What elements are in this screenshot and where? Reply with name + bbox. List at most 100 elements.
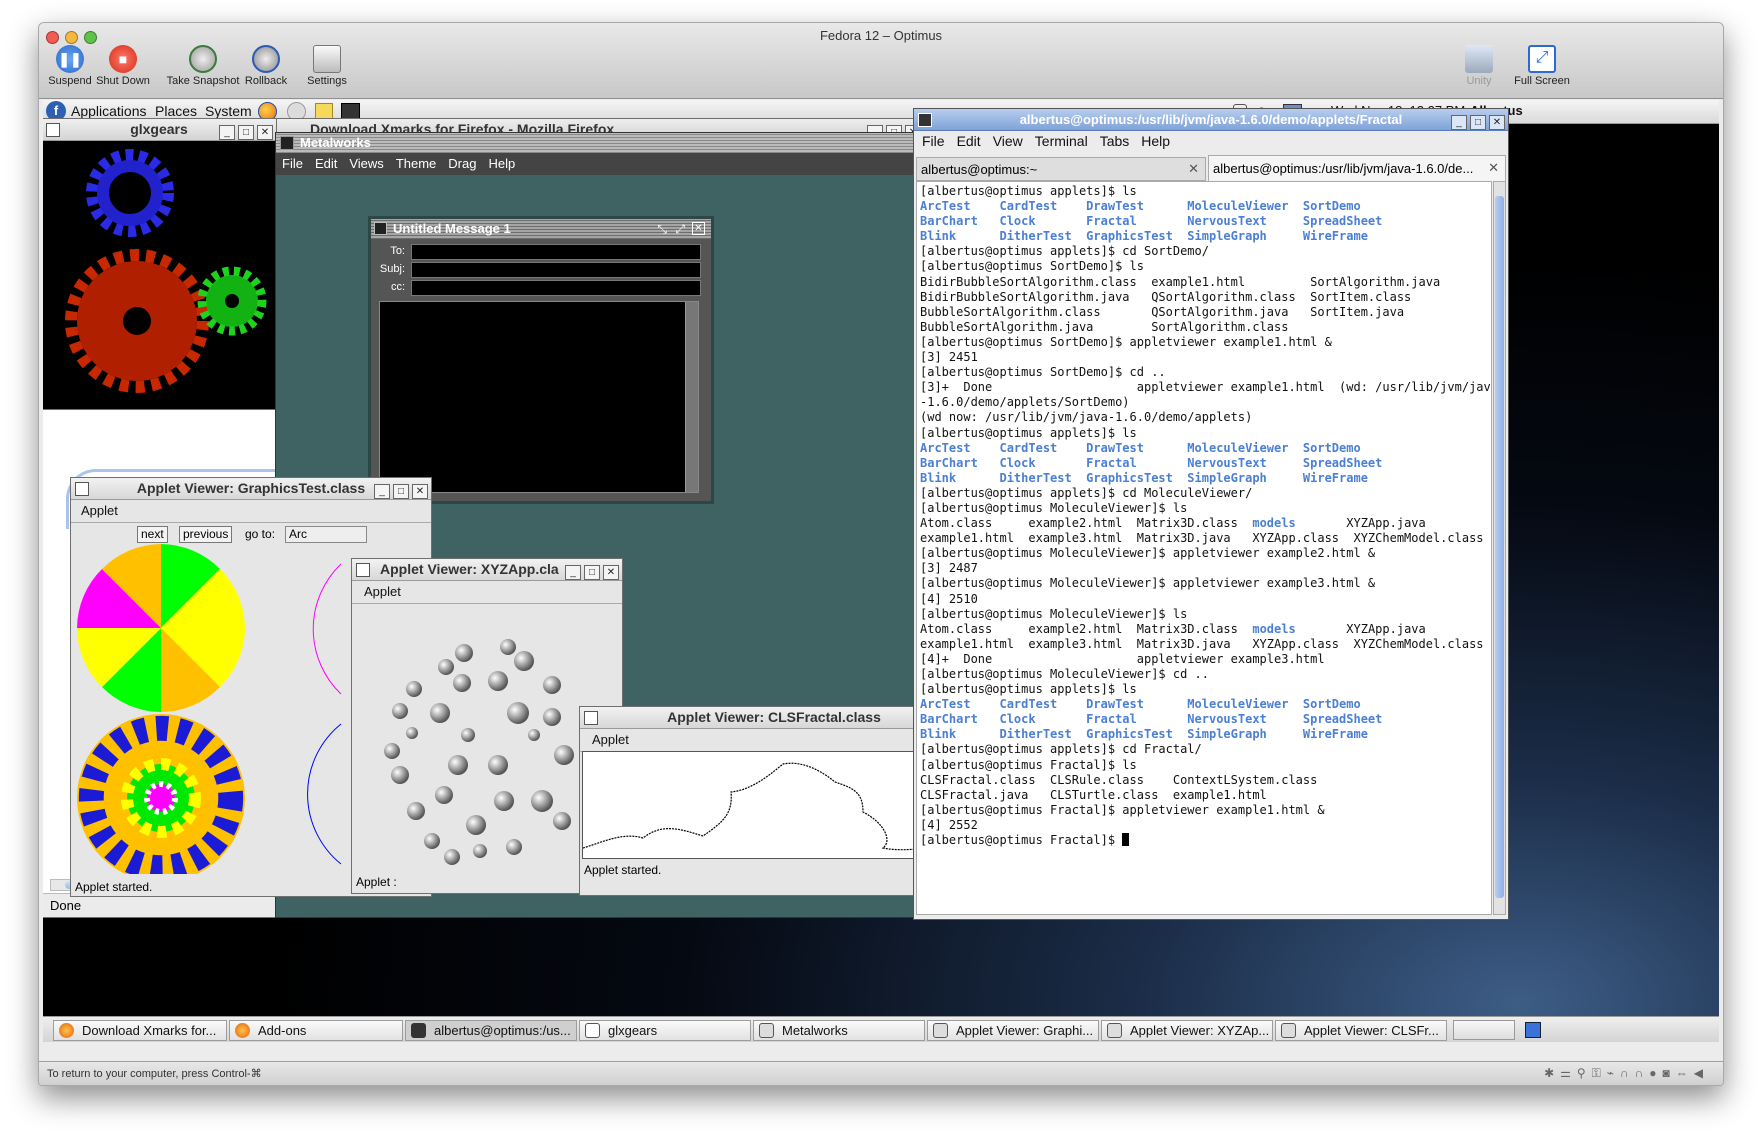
menu-views[interactable]: Views <box>349 156 383 171</box>
menu-system[interactable]: System <box>205 103 252 119</box>
close-tab-icon[interactable]: ✕ <box>1488 160 1499 176</box>
vertical-scrollbar[interactable] <box>1493 181 1506 915</box>
close-icon[interactable]: ✕ <box>692 222 705 235</box>
subject-input[interactable] <box>411 262 701 278</box>
terminal-line: (wd now: /usr/lib/jvm/java-1.6.0/demo/ap… <box>920 410 1253 425</box>
menu-places[interactable]: Places <box>155 103 197 119</box>
vmware-host-window: Fedora 12 – Optimus ❚❚ Suspend ■ Shut Do… <box>38 22 1724 1086</box>
iconify-icon[interactable]: ⤡ <box>657 222 667 237</box>
task-glxgears[interactable]: glxgears <box>579 1020 751 1041</box>
menu-edit[interactable]: Edit <box>315 156 337 171</box>
menu-file[interactable]: File <box>922 133 945 149</box>
menu-applet[interactable]: Applet <box>592 732 629 747</box>
minimize-button[interactable]: _ <box>374 484 390 499</box>
minimize-button[interactable]: _ <box>1451 115 1467 130</box>
menu-help[interactable]: Help <box>488 156 515 171</box>
vertical-scrollbar[interactable] <box>685 302 698 492</box>
applet-menubar: Applet <box>580 730 968 752</box>
menu-applet[interactable]: Applet <box>364 584 401 599</box>
shutdown-button[interactable]: ■ Shut Down <box>93 45 153 97</box>
desktop: Download Xmarks for Firefox - Mozilla Fi… <box>43 108 1719 1039</box>
task-firefox[interactable]: Download Xmarks for... <box>53 1020 227 1041</box>
task-addons[interactable]: Add-ons <box>229 1020 403 1041</box>
terminal-line: [4]+ Done appletviewer example3.html <box>920 651 1325 666</box>
device-icons[interactable]: ✱⚌⚲⚿⌁∩∩●◙⇔◀ <box>1544 1066 1709 1081</box>
trash-icon[interactable] <box>1525 1022 1541 1038</box>
minimize-button[interactable]: _ <box>219 125 235 140</box>
glxgears-window: glxgears _ □ ✕ <box>43 118 277 410</box>
scrollbar-thumb[interactable] <box>1495 196 1504 898</box>
fullscreen-icon: ⤢ <box>1528 45 1556 73</box>
message-frame: Untitled Message 1 ⤡ ⤢ ✕ To: Subj: cc: <box>368 216 714 504</box>
goto-select[interactable]: Arc <box>285 526 367 543</box>
settings-button[interactable]: Settings <box>302 45 352 97</box>
goto-label: go to: <box>245 527 276 541</box>
unity-button[interactable]: Unity <box>1459 45 1499 97</box>
terminal-tab-fractal[interactable]: albertus@optimus:/usr/lib/jvm/java-1.6.0… <box>1208 155 1506 181</box>
guest-screen: f Applications Places System 🔈 Wed Nov 1… <box>43 100 1719 1042</box>
take-snapshot-button[interactable]: Take Snapshot <box>166 45 240 97</box>
previous-button[interactable]: previous <box>179 526 233 543</box>
window-icon <box>46 123 60 137</box>
close-button[interactable]: ✕ <box>257 125 273 140</box>
menu-help[interactable]: Help <box>1141 133 1170 149</box>
terminal-line: BidirBubbleSortAlgorithm.class example1.… <box>920 274 1441 289</box>
terminal-line: ArcTest CardTest DrawTest MoleculeViewer… <box>920 440 1361 455</box>
close-tab-icon[interactable]: ✕ <box>1188 161 1199 177</box>
suspend-button[interactable]: ❚❚ Suspend <box>41 45 99 97</box>
host-statusbar: To return to your computer, press Contro… <box>39 1061 1723 1085</box>
workspace-switcher[interactable] <box>1453 1020 1515 1040</box>
maximize-button[interactable]: □ <box>1470 115 1486 130</box>
menu-applications[interactable]: Applications <box>71 103 147 119</box>
menu-file[interactable]: File <box>282 156 303 171</box>
terminal-line: [albertus@optimus MoleculeViewer]$ cd .. <box>920 667 1209 681</box>
terminal-line: ArcTest CardTest DrawTest MoleculeViewer… <box>920 697 1361 712</box>
cc-input[interactable] <box>411 280 701 296</box>
terminal-line: [albertus@optimus applets]$ cd SortDemo/ <box>920 244 1209 259</box>
menu-applet[interactable]: Applet <box>81 503 118 518</box>
java-icon <box>1281 1023 1296 1038</box>
maximize-button[interactable]: □ <box>393 484 409 499</box>
task-xyzapp[interactable]: Applet Viewer: XYZAp... <box>1101 1020 1273 1041</box>
terminal-line: [3]+ Done appletviewer example1.html (wd… <box>920 380 1492 395</box>
task-terminal[interactable]: albertus@optimus:/us... <box>405 1020 577 1041</box>
fullscreen-button[interactable]: ⤢ Full Screen <box>1509 45 1575 97</box>
terminal-line: [albertus@optimus SortDemo]$ appletviewe… <box>920 334 1332 349</box>
snapshot-icon <box>189 45 217 73</box>
terminal-output[interactable]: [albertus@optimus applets]$ ls ArcTest Ca… <box>916 181 1492 915</box>
menu-view[interactable]: View <box>993 133 1023 149</box>
menu-tabs[interactable]: Tabs <box>1100 133 1130 149</box>
menu-drag[interactable]: Drag <box>448 156 476 171</box>
terminal-line: -1.6.0/demo/applets/SortDemo) <box>920 395 1130 410</box>
terminal-line: [albertus@optimus applets]$ cd MoleculeV… <box>920 485 1253 500</box>
terminal-tab-home[interactable]: albertus@optimus:~ ✕ <box>916 157 1206 181</box>
terminal-line: ArcTest CardTest DrawTest MoleculeViewer… <box>920 199 1361 214</box>
close-button[interactable]: ✕ <box>412 484 428 499</box>
close-button[interactable]: ✕ <box>603 565 619 580</box>
maximize-button[interactable]: □ <box>238 125 254 140</box>
host-title: Fedora 12 – Optimus <box>819 28 943 43</box>
menu-edit[interactable]: Edit <box>957 133 981 149</box>
terminal-line: [albertus@optimus applets]$ ls <box>920 425 1137 440</box>
terminal-line: [3] 2451 <box>920 350 978 365</box>
window-icon <box>585 1023 600 1038</box>
terminal-icon <box>918 113 932 127</box>
maximize-icon[interactable]: ⤢ <box>675 222 685 237</box>
terminal-icon <box>411 1023 426 1038</box>
stop-icon: ■ <box>109 45 137 73</box>
task-clsfractal[interactable]: Applet Viewer: CLSFr... <box>1275 1020 1447 1041</box>
message-body[interactable] <box>379 301 699 493</box>
maximize-button[interactable]: □ <box>584 565 600 580</box>
rollback-button[interactable]: Rollback <box>240 45 292 97</box>
to-input[interactable] <box>411 244 701 260</box>
close-button[interactable]: ✕ <box>1489 115 1505 130</box>
tab-label: albertus@optimus:/usr/lib/jvm/java-1.6.0… <box>1213 161 1474 176</box>
task-metalworks[interactable]: Metalworks <box>753 1020 925 1041</box>
menu-theme[interactable]: Theme <box>396 156 436 171</box>
terminal-line: example1.html example3.html Matrix3D.jav… <box>920 636 1484 651</box>
task-graphicstest[interactable]: Applet Viewer: Graphi... <box>927 1020 1099 1041</box>
next-button[interactable]: next <box>137 526 168 543</box>
minimize-button[interactable]: _ <box>565 565 581 580</box>
settings-icon <box>313 45 341 73</box>
menu-terminal[interactable]: Terminal <box>1035 133 1088 149</box>
